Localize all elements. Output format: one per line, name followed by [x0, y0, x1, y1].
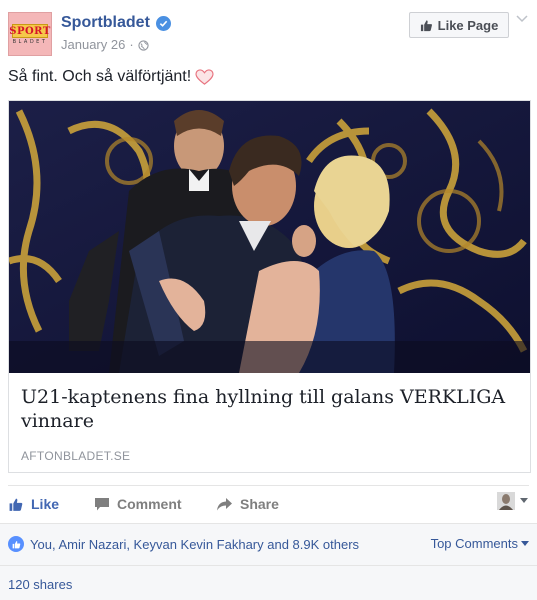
- thumbs-up-icon: [9, 498, 23, 511]
- caret-down-icon: [520, 498, 528, 503]
- post-text: Så fint. Och så välförtjänt!: [8, 66, 214, 88]
- globe-icon: [138, 39, 149, 51]
- page-name[interactable]: Sportbladet: [61, 13, 150, 33]
- like-button[interactable]: Like: [8, 496, 59, 512]
- share-button[interactable]: Share: [216, 496, 279, 512]
- share-arrow-icon: [217, 497, 232, 510]
- comment-button[interactable]: Comment: [94, 496, 182, 512]
- like-page-button[interactable]: Like Page: [409, 12, 509, 38]
- post-actions: Like Comment Share: [8, 485, 529, 523]
- reactions-bar: You, Amir Nazari, Keyvan Kevin Fakhary a…: [0, 523, 537, 565]
- identity-selector[interactable]: [497, 492, 529, 510]
- reactions-text[interactable]: You, Amir Nazari, Keyvan Kevin Fakhary a…: [30, 537, 359, 552]
- user-avatar: [497, 492, 515, 510]
- post-message: Så fint. Och så välförtjänt!: [8, 68, 192, 85]
- post-header: SPORT BLADET Sportbladet January 26 · Li…: [8, 12, 529, 58]
- logo-wordmark: SPORT: [9, 24, 51, 38]
- top-comments-label: Top Comments: [430, 536, 518, 551]
- shares-bar: 120 shares: [0, 565, 537, 600]
- reactions-summary[interactable]: You, Amir Nazari, Keyvan Kevin Fakhary a…: [8, 536, 359, 552]
- like-page-label: Like Page: [437, 17, 499, 33]
- link-info[interactable]: U21-kaptenens fina hyllning till galans …: [9, 373, 530, 472]
- verified-badge-icon: [155, 15, 171, 31]
- like-reaction-icon: [8, 536, 24, 552]
- caret-down-icon: [521, 540, 529, 546]
- link-attachment[interactable]: U21-kaptenens fina hyllning till galans …: [8, 100, 531, 473]
- heart-icon: [195, 68, 214, 85]
- thumbs-up-icon: [420, 19, 432, 31]
- article-domain: AFTONBLADET.SE: [21, 449, 131, 463]
- share-label: Share: [240, 496, 279, 512]
- page-avatar[interactable]: SPORT BLADET: [8, 12, 52, 56]
- comment-icon: [95, 497, 109, 510]
- post-date[interactable]: January 26: [61, 37, 125, 53]
- article-photo[interactable]: [9, 101, 530, 373]
- logo-subtext: BLADET: [12, 39, 48, 45]
- comment-label: Comment: [117, 496, 182, 512]
- meta-separator: ·: [129, 37, 134, 52]
- article-title[interactable]: U21-kaptenens fina hyllning till galans …: [21, 385, 516, 433]
- top-comments-dropdown[interactable]: Top Comments: [431, 536, 529, 551]
- shares-count[interactable]: 120 shares: [8, 577, 72, 592]
- like-label: Like: [31, 496, 60, 512]
- page-name-link[interactable]: Sportbladet: [61, 13, 171, 33]
- post-meta: January 26 ·: [61, 37, 149, 53]
